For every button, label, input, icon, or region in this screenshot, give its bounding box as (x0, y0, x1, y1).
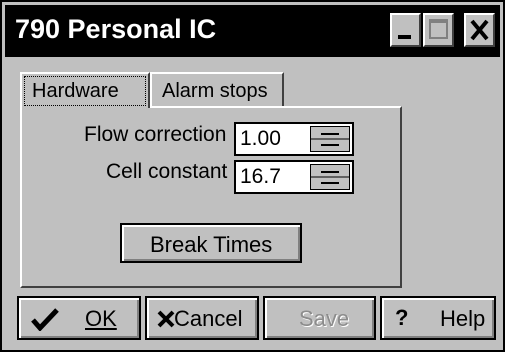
close-icon (470, 19, 489, 41)
cell-constant-label: Cell constant (106, 160, 228, 183)
break-times-button[interactable]: Break Times (120, 223, 302, 263)
question-icon: ? (395, 305, 409, 330)
spin-arrows-icon (311, 133, 349, 146)
ok-label: OK (85, 306, 117, 331)
help-label: Help (440, 306, 486, 331)
checkmark-icon (31, 308, 59, 331)
save-button[interactable]: Save (263, 296, 376, 340)
tab-hardware[interactable]: Hardware (20, 72, 150, 108)
flow-correction-value[interactable]: 1.00 (240, 127, 281, 151)
tab-label: Hardware (32, 80, 119, 102)
hardware-panel: Flow correction 1.00 Cell constant 16.7 (20, 106, 402, 288)
minimize-icon (398, 35, 411, 39)
spin-arrows-icon (311, 171, 349, 184)
x-icon (157, 310, 175, 328)
minimize-button[interactable] (390, 13, 421, 47)
cell-constant-spinner[interactable]: 16.7 (234, 160, 354, 194)
maximize-icon (429, 19, 448, 39)
tab-alarm-stops[interactable]: Alarm stops (150, 72, 284, 108)
tab-label: Alarm stops (162, 80, 268, 102)
flow-correction-label: Flow correction (84, 123, 227, 146)
dialog-window: 790 Personal IC Hardware Alarm stops Flo… (0, 0, 505, 352)
cancel-label: Cancel (174, 306, 243, 331)
window-title: 790 Personal IC (15, 14, 217, 44)
maximize-button[interactable] (423, 13, 454, 47)
close-button[interactable] (464, 13, 495, 47)
save-label: Save (299, 306, 350, 331)
ok-button[interactable]: OK (17, 296, 141, 340)
flow-correction-spin-arrows[interactable] (310, 126, 350, 152)
break-times-label: Break Times (150, 232, 273, 257)
flow-correction-spinner[interactable]: 1.00 (234, 122, 354, 156)
cell-constant-spin-arrows[interactable] (310, 164, 350, 190)
cell-constant-value[interactable]: 16.7 (240, 165, 281, 189)
cancel-button[interactable]: Cancel (145, 296, 259, 340)
help-button[interactable]: ? Help (380, 296, 496, 340)
title-bar[interactable]: 790 Personal IC (5, 5, 500, 57)
